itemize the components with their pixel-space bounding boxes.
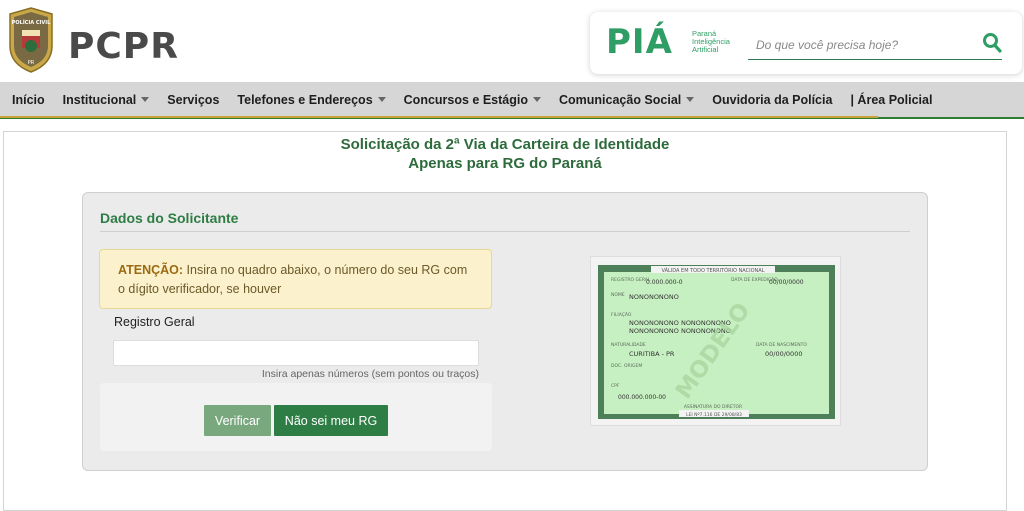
badge-text: POLÍCIA CIVIL <box>12 18 51 26</box>
site-header: POLÍCIA CIVIL PR PCPR PIÁ Paraná Intelig… <box>0 0 1024 82</box>
nav-label: Comunicação Social <box>559 92 682 107</box>
pia-logo-word: PIÁ <box>606 22 673 62</box>
pia-sub-line-3: Artificial <box>692 45 719 54</box>
nav-item-concursos[interactable]: Concursos e Estágio <box>395 93 550 107</box>
page-subtitle: Apenas para RG do Paraná <box>408 155 602 172</box>
id-card-example: VÁLIDA EM TODO TERRITÓRIO NACIONAL REGIS… <box>590 256 841 426</box>
nav-item-servicos[interactable]: Serviços <box>158 93 228 107</box>
id-nascimento-label: DATA DE NASCIMENTO <box>756 342 807 348</box>
id-cpf-label: CPF <box>611 383 620 389</box>
id-filiacao-label: FILIAÇÃO <box>611 311 632 318</box>
pia-logo-subtitle: Paraná Inteligência Artificial <box>692 30 730 54</box>
policia-civil-badge-logo[interactable]: POLÍCIA CIVIL PR <box>6 6 56 74</box>
rg-input[interactable] <box>113 340 479 366</box>
id-registro-value: 0.000.000-0 <box>646 279 683 286</box>
id-lei-label: LEI Nº7.116 DE 29/08/83 <box>686 412 742 418</box>
id-card-top-banner-text: VÁLIDA EM TODO TERRITÓRIO NACIONAL <box>661 267 764 274</box>
id-registro-label: REGISTRO GERAL <box>611 277 651 283</box>
id-doc-origem-label: DOC. ORIGEM <box>611 363 642 369</box>
id-naturalidade-value: CURITIBA - PR <box>629 350 675 358</box>
main-nav: Início Institucional Serviços Telefones … <box>0 82 1024 119</box>
search-input[interactable] <box>748 30 1002 60</box>
id-naturalidade-label: NATURALIDADE <box>611 342 646 348</box>
badge-sub: PR <box>28 60 35 66</box>
id-assinatura-label: ASSINATURA DO DIRETOR <box>684 404 742 410</box>
pcpr-logo-text[interactable]: PCPR <box>68 26 179 67</box>
chevron-down-icon <box>686 97 695 102</box>
section-title: Dados do Solicitante <box>100 210 239 226</box>
nav-label: | Área Policial <box>850 92 933 107</box>
id-nascimento-value: 00/00/0000 <box>765 350 802 358</box>
nav-label: Concursos e Estágio <box>403 92 528 107</box>
nav-item-telefones[interactable]: Telefones e Endereços <box>228 93 394 107</box>
rg-help-text: Insira apenas números (sem pontos ou tra… <box>261 368 479 380</box>
id-expedicao-value: 00/00/0000 <box>769 279 804 286</box>
nav-item-inicio[interactable]: Início <box>0 93 54 107</box>
nav-label: Início <box>12 92 45 107</box>
nav-label: Institucional <box>62 92 137 107</box>
nav-item-ouvidoria[interactable]: Ouvidoria da Polícia <box>703 93 841 107</box>
nav-items: Início Institucional Serviços Telefones … <box>0 82 941 117</box>
nav-label: Ouvidoria da Polícia <box>712 92 833 107</box>
dont-know-rg-button[interactable]: Não sei meu RG <box>274 405 388 436</box>
nav-item-comunicacao[interactable]: Comunicação Social <box>550 93 703 107</box>
rg-field-label: Registro Geral <box>114 315 195 329</box>
search-icon[interactable] <box>982 32 1002 54</box>
id-nome-value: NONONONONO <box>629 293 679 301</box>
chevron-down-icon <box>533 97 541 102</box>
nav-accent-line <box>0 116 878 118</box>
page-title: Solicitação da 2ª Via da Carteira de Ide… <box>340 136 670 153</box>
attention-alert: ATENÇÃO: Insira no quadro abaixo, o núme… <box>99 249 492 309</box>
chevron-down-icon <box>377 97 386 102</box>
chevron-down-icon <box>141 97 150 102</box>
id-nome-label: NOME <box>611 292 625 298</box>
id-card-image: VÁLIDA EM TODO TERRITÓRIO NACIONAL REGIS… <box>598 265 835 419</box>
search-card: PIÁ Paraná Inteligência Artificial <box>590 12 1022 74</box>
nav-item-institucional[interactable]: Institucional <box>54 93 159 107</box>
verify-button[interactable]: Verificar <box>204 405 271 436</box>
section-divider <box>100 231 910 232</box>
nav-label: Telefones e Endereços <box>237 92 373 107</box>
nav-label: Serviços <box>167 92 220 107</box>
id-cpf-value: 000.000.000-00 <box>618 394 666 401</box>
alert-strong: ATENÇÃO: <box>118 263 184 277</box>
nav-item-area-policial[interactable]: | Área Policial <box>841 93 941 107</box>
